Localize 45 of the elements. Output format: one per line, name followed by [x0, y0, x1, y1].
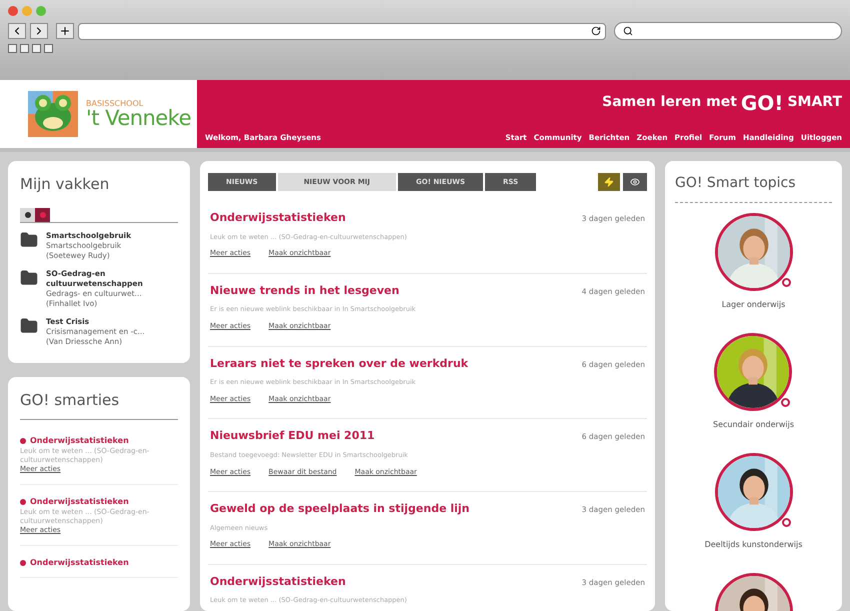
- new-tab-button[interactable]: [56, 23, 74, 39]
- school-label: BASISSCHOOL: [86, 100, 144, 108]
- news-title[interactable]: Leraars niet te spreken over de werkdruk: [210, 356, 468, 372]
- back-button[interactable]: [8, 23, 26, 39]
- news-title[interactable]: Onderwijsstatistieken: [210, 210, 346, 226]
- ring-icon: [782, 518, 790, 527]
- bullet-icon: [20, 560, 26, 566]
- smartie-title[interactable]: Onderwijsstatistieken: [30, 558, 129, 567]
- folder-icon: [20, 230, 38, 248]
- eye-icon: [630, 177, 640, 187]
- panel-title: GO! smarties: [20, 388, 178, 420]
- plus-icon: [59, 25, 71, 37]
- forward-button[interactable]: [30, 23, 48, 39]
- news-title[interactable]: Onderwijsstatistieken: [210, 574, 346, 590]
- list-icon: [24, 212, 30, 218]
- brand-smart: SMART: [787, 93, 842, 112]
- topic-label[interactable]: Lager onderwijs: [722, 299, 786, 311]
- news-title[interactable]: Nieuwsbrief EDU mei 2011: [210, 428, 375, 445]
- bullet-icon: [20, 498, 26, 504]
- panel-title: Mijn vakken: [20, 174, 110, 195]
- news-title[interactable]: Geweld op de speelplaats in stijgende lijn: [210, 501, 470, 518]
- ring-icon: [781, 398, 790, 407]
- school-name: 't Venneke: [86, 108, 191, 128]
- brand-go: GO!: [740, 93, 784, 113]
- news-title[interactable]: Nieuwe trends in het lesgeven: [210, 282, 400, 300]
- frog-logo-icon: [28, 91, 78, 137]
- address-field[interactable]: [78, 22, 606, 40]
- ring-icon: [782, 278, 790, 287]
- folder-icon: [20, 268, 38, 286]
- topic-label[interactable]: Deeltijds kunstonderwijs: [704, 539, 802, 551]
- smartie-title[interactable]: Onderwijsstatistieken: [30, 497, 129, 506]
- reload-icon[interactable]: [591, 26, 601, 36]
- view-tab[interactable]: [20, 208, 35, 222]
- folder-icon: [20, 316, 38, 334]
- highlight-button[interactable]: [598, 173, 620, 191]
- visibility-button[interactable]: [623, 173, 647, 191]
- slogan: Samen leren met: [602, 93, 737, 112]
- search-icon: [623, 26, 633, 36]
- topic-label[interactable]: Secundair onderwijs: [713, 419, 794, 431]
- search-field[interactable]: [614, 22, 842, 40]
- view-tab[interactable]: [35, 208, 50, 222]
- lightning-icon: [604, 177, 614, 187]
- smartie-title[interactable]: Onderwijsstatistieken: [30, 436, 129, 445]
- bullet-icon: [20, 438, 26, 444]
- panel-title: GO! Smart topics: [675, 173, 832, 203]
